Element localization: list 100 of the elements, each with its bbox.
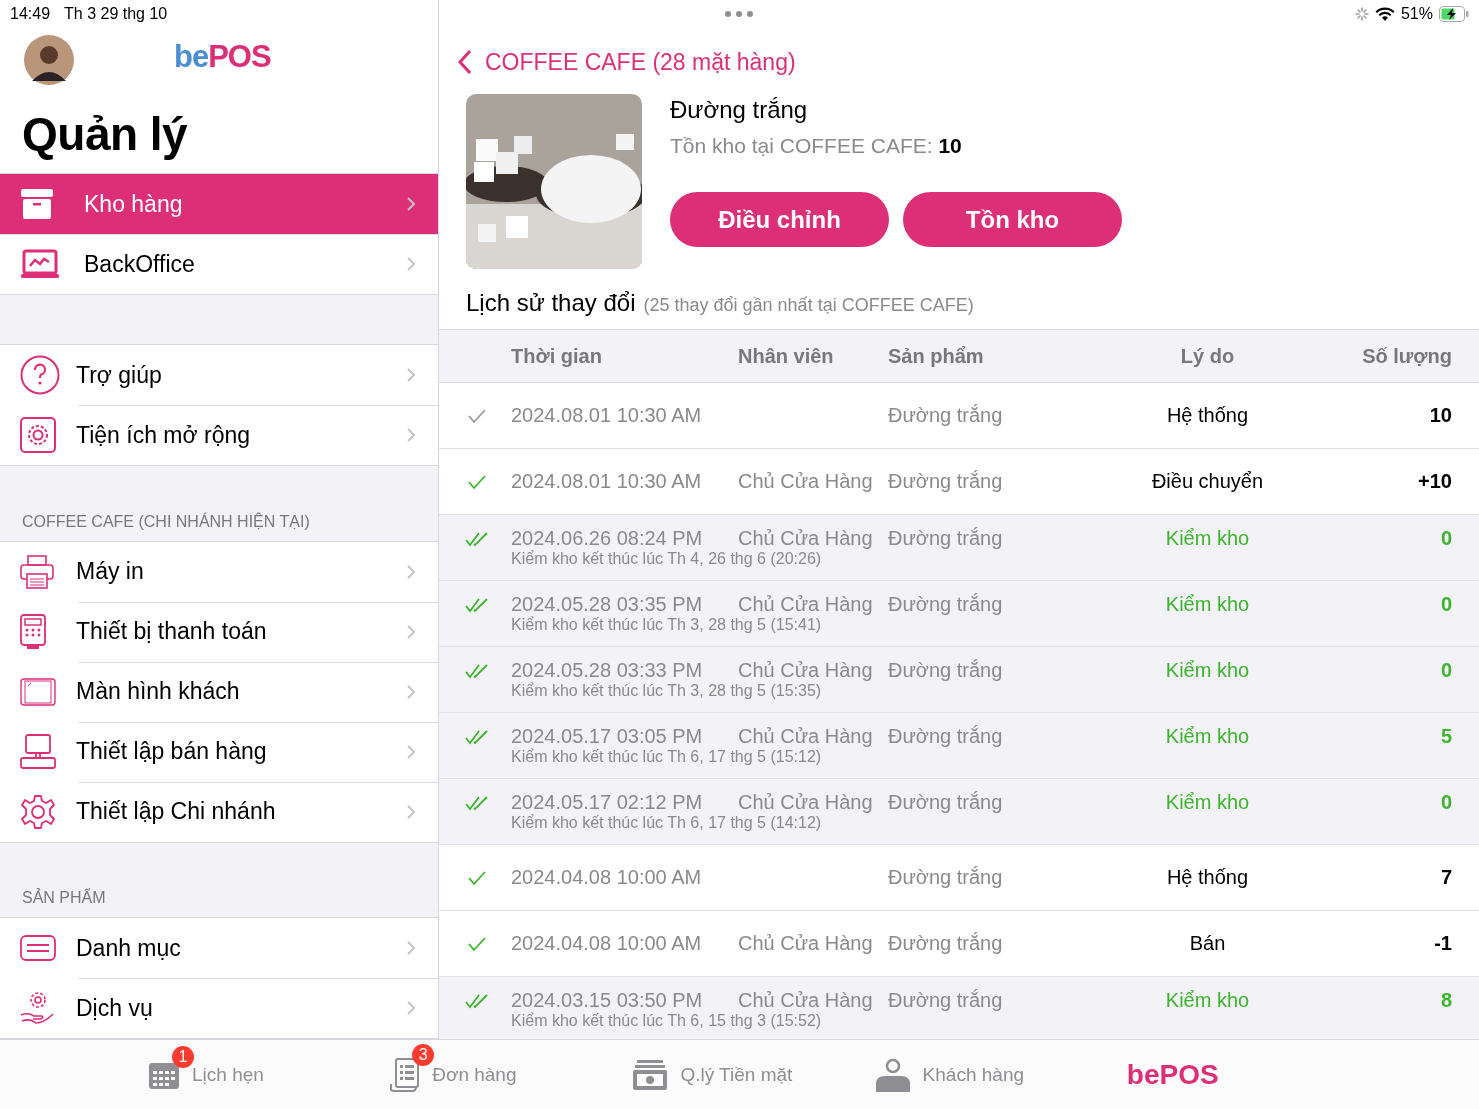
time-cell-text: 2024.08.01 10:30 AM	[511, 470, 703, 493]
history-row[interactable]: 2024.05.17 02:12 PM Chủ Cửa Hàng Đường trắng Kiểm kho 0 Kiểm kho kết thúc lúc Th 6, 17 thg 5 (14:12)	[439, 779, 1479, 845]
status-time: 14:49	[10, 5, 51, 23]
status-date: Th 3 29 thg 10	[64, 5, 168, 23]
menu-item[interactable]: Máy in	[0, 541, 438, 602]
chevron-right-icon	[406, 427, 416, 444]
notification-badge: 1	[172, 1045, 194, 1068]
history-subtitle: (25 thay đổi gần nhất tại COFFEE CAFE)	[643, 295, 974, 316]
product-name: Đường trắng	[670, 96, 809, 124]
staff-cell-text: Chủ Cửa Hàng	[738, 989, 874, 1012]
desktop-icon	[20, 733, 56, 770]
quantity-cell-text: +10	[1417, 470, 1452, 493]
battery-percent: 51%	[1400, 5, 1433, 23]
chevron-right-icon	[406, 940, 416, 956]
more-dots-icon[interactable]	[724, 10, 754, 18]
product-cell-text: Đường trắng	[888, 791, 1004, 814]
tab-item[interactable]: Q.lý Tiền mặt	[632, 1040, 875, 1109]
history-row[interactable]: 2024.06.26 08:24 PM Chủ Cửa Hàng Đường trắng Kiểm kho 0 Kiểm kho kết thúc lúc Th 4, 26 thg 6 (20:26)	[439, 515, 1479, 581]
quantity-cell-text: 7	[1439, 866, 1452, 889]
person-icon	[874, 1057, 911, 1092]
product-cell-text: Đường trắng	[888, 404, 1004, 427]
chevron-left-icon	[457, 49, 473, 75]
product-cell-text: Đường trắng	[888, 725, 1004, 748]
chevron-right-icon	[406, 196, 416, 213]
time-cell-text: 2024.05.28 03:35 PM	[511, 593, 704, 616]
gear-icon	[20, 793, 56, 830]
row-note: Kiểm kho kết thúc lúc Th 6, 15 thg 3 (15:52)	[511, 1012, 823, 1030]
time-cell-text: 2024.06.26 08:24 PM	[511, 527, 704, 550]
quantity-cell-text: 5	[1439, 725, 1452, 748]
card-list-icon	[20, 935, 56, 961]
archive-icon	[20, 188, 54, 221]
bepos-logo: bePOS	[174, 39, 271, 76]
quantity-cell-text: 0	[1439, 593, 1452, 616]
product-cell-text: Đường trắng	[888, 659, 1004, 682]
staff-cell-text: Chủ Cửa Hàng	[738, 593, 874, 616]
row-note: Kiểm kho kết thúc lúc Th 4, 26 thg 6 (20:26)	[511, 550, 823, 568]
quantity-cell-text: 0	[1439, 527, 1452, 550]
back-link[interactable]: COFFEE CAFE (28 mặt hàng)	[457, 46, 796, 78]
row-note: Kiểm kho kết thúc lúc Th 6, 17 thg 5 (15:12)	[511, 748, 823, 766]
product-cell-text: Đường trắng	[888, 989, 1004, 1012]
reason-cell-text: Kiểm kho	[1164, 659, 1251, 682]
reason-cell-text: Kiểm kho	[1164, 989, 1251, 1012]
product-cell-text: Đường trắng	[888, 593, 1004, 616]
column-header: Thời gian	[511, 344, 603, 368]
column-header: Lý do	[1179, 344, 1236, 368]
menu-item[interactable]: Kho hàng	[0, 174, 438, 235]
avatar[interactable]	[24, 35, 74, 86]
reason-cell-text: Kiểm kho	[1164, 791, 1251, 814]
stock-info: Tồn kho tại COFFEE CAFE: 10	[670, 134, 963, 158]
column-header: Nhân viên	[738, 344, 835, 368]
history-row[interactable]: 2024.05.28 03:33 PM Chủ Cửa Hàng Đường trắng Kiểm kho 0 Kiểm kho kết thúc lúc Th 3, 28 thg 5 (15:35)	[439, 647, 1479, 713]
menu-item[interactable]: Trợ giúp	[0, 345, 438, 406]
menu-item[interactable]: Màn hình khách	[0, 661, 438, 722]
quantity-cell-text: -1	[1433, 932, 1452, 955]
hand-gear-icon	[20, 990, 54, 1026]
reason-cell-text: Kiểm kho	[1164, 527, 1251, 550]
time-cell-text: 2024.03.15 03:50 PM	[511, 989, 704, 1012]
time-cell-text: 2024.08.01 10:30 AM	[511, 404, 703, 427]
page-title: Quản lý	[0, 93, 438, 174]
chevron-right-icon	[406, 683, 416, 700]
menu-item[interactable]: Danh mục	[0, 918, 438, 978]
cash-icon	[632, 1058, 669, 1091]
chevron-right-icon	[406, 803, 416, 820]
tab-item[interactable]: bePOS	[1116, 1040, 1359, 1109]
tab-item[interactable]: 1 Lịch hẹn	[148, 1040, 391, 1109]
menu-item[interactable]: Thiết lập Chi nhánh	[0, 781, 438, 842]
menu-item[interactable]: Tiện ích mở rộng	[0, 405, 438, 466]
action-button[interactable]: Điều chỉnh	[670, 192, 889, 247]
gear-square-icon	[20, 417, 56, 454]
laptop-chart-icon	[20, 249, 60, 280]
menu-item[interactable]: BackOffice	[0, 234, 438, 295]
history-row[interactable]: 2024.05.28 03:35 PM Chủ Cửa Hàng Đường trắng Kiểm kho 0 Kiểm kho kết thúc lúc Th 3, 28 thg 5 (15:41)	[439, 581, 1479, 647]
staff-cell-text: Chủ Cửa Hàng	[738, 791, 874, 814]
reason-cell-text: Kiểm kho	[1164, 593, 1251, 616]
history-row[interactable]: 2024.03.15 03:50 PM Chủ Cửa Hàng Đường trắng Kiểm kho 8 Kiểm kho kết thúc lúc Th 6, 15 thg 3 (15:52)	[439, 977, 1479, 1039]
staff-cell-text: Chủ Cửa Hàng	[738, 932, 874, 955]
history-row[interactable]: 2024.05.17 03:05 PM Chủ Cửa Hàng Đường trắng Kiểm kho 5 Kiểm kho kết thúc lúc Th 6, 17 thg 5 (15:12)	[439, 713, 1479, 779]
question-icon	[20, 355, 60, 396]
chevron-right-icon	[406, 743, 416, 760]
reason-cell-text: Điều chuyển	[1150, 470, 1265, 493]
reason-cell-text: Bán	[1188, 932, 1227, 955]
staff-cell-text: Chủ Cửa Hàng	[738, 470, 874, 493]
row-note: Kiểm kho kết thúc lúc Th 6, 17 thg 5 (14:12)	[511, 814, 823, 832]
reason-cell-text: Hệ thống	[1165, 866, 1250, 889]
row-note: Kiểm kho kết thúc lúc Th 3, 28 thg 5 (15:41)	[511, 616, 823, 634]
product-cell-text: Đường trắng	[888, 866, 1004, 889]
menu-item[interactable]: Thiết lập bán hàng	[0, 721, 438, 782]
chevron-right-icon	[406, 367, 416, 384]
menu-item[interactable]: Dịch vụ	[0, 978, 438, 1038]
time-cell-text: 2024.04.08 10:00 AM	[511, 932, 703, 955]
receipt-icon	[390, 1057, 421, 1092]
tab-item[interactable]: 3 Đơn hàng	[390, 1040, 633, 1109]
staff-cell-text: Chủ Cửa Hàng	[738, 725, 874, 748]
row-note: Kiểm kho kết thúc lúc Th 3, 28 thg 5 (15:35)	[511, 682, 823, 700]
history-row[interactable]: 2024.08.01 10:30 AM Đường trắng Hệ thống 10	[439, 383, 1479, 449]
history-row[interactable]: 2024.04.08 10:00 AM Đường trắng Hệ thống 7	[439, 845, 1479, 911]
action-button[interactable]: Tồn kho	[903, 192, 1122, 247]
menu-item[interactable]: Thiết bị thanh toán	[0, 601, 438, 662]
tab-item[interactable]: Khách hàng	[874, 1040, 1117, 1109]
tablet-icon	[20, 677, 56, 706]
